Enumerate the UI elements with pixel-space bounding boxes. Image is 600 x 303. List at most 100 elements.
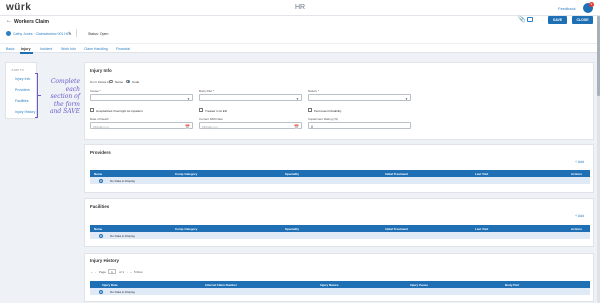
info-icon: i [99,289,103,294]
page-number-input[interactable]: 1 [108,269,116,274]
feedback-link[interactable]: Feedback [558,6,576,11]
date-of-death-label: Date of Death [90,117,109,121]
chevron-down-icon: ▼ [296,96,299,101]
col-injury-cause[interactable]: Injury Cause [410,283,428,287]
injury-info-card: Injury Info Don't Relate by Name Code Ca… [84,62,594,140]
current-mmi-label: Current MMI Date [199,117,223,121]
rows-per-page[interactable]: 5 Row [134,270,143,274]
scrollbar-thumb[interactable] [597,16,600,96]
treated-er-checkbox[interactable] [199,108,203,112]
nature-select[interactable]: ▼ [308,94,411,101]
chat-icon[interactable] [527,17,533,22]
col-last-visit[interactable]: Last Visit [475,172,488,176]
brand-logo[interactable]: würk [6,2,31,13]
last-page-icon[interactable]: » [130,270,132,274]
next-page-icon[interactable]: › [127,270,128,274]
tab-incident[interactable]: Incident [40,47,52,51]
col-internal-claim-number[interactable]: Internal Claim Number [205,283,237,287]
col-initial-treatment[interactable]: Initial Treatment [385,227,408,231]
info-icon: i [99,178,103,183]
chevron-down-icon: ▼ [187,96,190,101]
providers-title: Providers [90,150,111,155]
col-injury-date[interactable]: Injury Date [102,283,118,287]
date-of-death-input[interactable]: MM/dd/yyyy 📅 [90,122,193,129]
page-title: Workers Claim [14,19,49,25]
app-title: HR [294,4,306,11]
jump-injury-history[interactable]: Injury History [15,110,35,114]
paperclip-icon[interactable]: 📎 [518,16,525,23]
page-scrollbar[interactable] [597,16,600,303]
calendar-icon[interactable]: 📅 [185,124,190,129]
facilities-empty-row: i No Data to Display [90,232,590,239]
facilities-add-link[interactable]: + Add [575,214,584,218]
col-initial-treatment[interactable]: Initial Treatment [385,172,408,176]
annotation-bracket-tick [38,95,41,96]
body-part-select[interactable]: ▼ [199,94,302,101]
radio-code-label: Code [132,80,140,84]
claimant-avatar [6,31,11,36]
back-arrow-icon[interactable]: ← [6,18,12,24]
col-speciality[interactable]: Speciality [285,227,299,231]
col-injury-nature[interactable]: Injury Nature [320,283,339,287]
radio-code[interactable] [126,79,130,83]
notification-badge[interactable]: 9 [589,2,594,7]
page-of-label: of 1 [119,270,125,274]
injury-history-table-header: Injury Date Internal Claim Number Injury… [90,281,590,288]
col-comp-category[interactable]: Comp Category [175,172,197,176]
providers-card: Providers + Add Name Comp Category Speci… [84,144,594,193]
active-tab-indicator [20,52,33,54]
info-icon: i [99,233,103,238]
claimant-link[interactable]: Cathy Jones · Claimdesriew 001 HLs [13,32,71,36]
save-button[interactable]: SAVE [548,16,567,24]
injury-info-title: Injury Info [90,68,112,73]
impairment-input[interactable]: 0 [308,122,411,129]
providers-empty-row: i No Data to Display [90,177,590,184]
current-mmi-input[interactable]: MM/dd/yyyy 📅 [199,122,302,129]
tab-work-info[interactable]: Work Info [61,47,76,51]
hospitalized-label: Hospitalized Overnight As Inpatient [96,108,143,113]
tab-financial[interactable]: Financial [116,47,130,51]
edit-icon[interactable]: ✎ [68,31,72,37]
empty-message: No Data to Display [110,178,136,183]
radio-name[interactable] [109,79,113,83]
treated-er-label: Treated in At ER [205,108,227,113]
calendar-icon[interactable]: 📅 [294,124,299,129]
permanent-disability-checkbox[interactable] [308,108,312,112]
jump-injury-info[interactable]: Injury Info [15,77,30,81]
col-name[interactable]: Name [94,227,102,231]
permanent-disability-label: Permanent Disability [314,108,342,113]
jump-to-heading: JUMP TO [11,68,25,72]
col-comp-category[interactable]: Comp Category [175,227,197,231]
page-header: ← Workers Claim Cathy Jones · Claimdesri… [0,16,600,43]
col-name[interactable]: Name [94,172,102,176]
impairment-value: 0 [311,124,313,129]
col-body-part[interactable]: Body Part [505,283,519,287]
dont-relate-label: Don't Relate by [90,80,111,84]
first-page-icon[interactable]: « [91,270,93,274]
hospitalized-checkbox[interactable] [90,108,94,112]
injury-history-card: Injury History « ‹ Page 1 of 1 › » 5 Row… [84,253,594,302]
page-label: Page [99,270,107,274]
facilities-card: Facilities + Add Name Comp Category Spec… [84,198,594,247]
divider [76,29,77,37]
body-part-label: Body Part * [199,89,215,93]
tab-basic[interactable]: Basic [6,47,15,51]
tab-claim-handling[interactable]: Claim Handling [84,47,108,51]
providers-add-link[interactable]: + Add [575,160,584,164]
date-placeholder: MM/dd/yyyy [202,124,219,129]
close-button[interactable]: CLOSE [572,16,593,24]
jump-facilities[interactable]: Facilities [15,99,29,103]
col-last-visit[interactable]: Last Visit [475,227,488,231]
col-speciality[interactable]: Speciality [285,172,299,176]
impairment-label: Impairment Rating (%) [308,117,339,121]
jump-providers[interactable]: Providers [15,88,30,92]
prev-page-icon[interactable]: ‹ [95,270,96,274]
app-bar: würk HR Feedback 9 [0,0,600,16]
tab-injury[interactable]: Injury [21,47,31,51]
cause-select[interactable]: ▼ [90,94,193,101]
cause-label: Cause * [90,89,101,93]
injury-history-empty-row: i No Data to Display [90,288,590,295]
empty-message: No Data to Display [110,289,136,294]
radio-name-label: Name [115,80,124,84]
providers-table-header: Name Comp Category Speciality Initial Tr… [90,170,590,177]
